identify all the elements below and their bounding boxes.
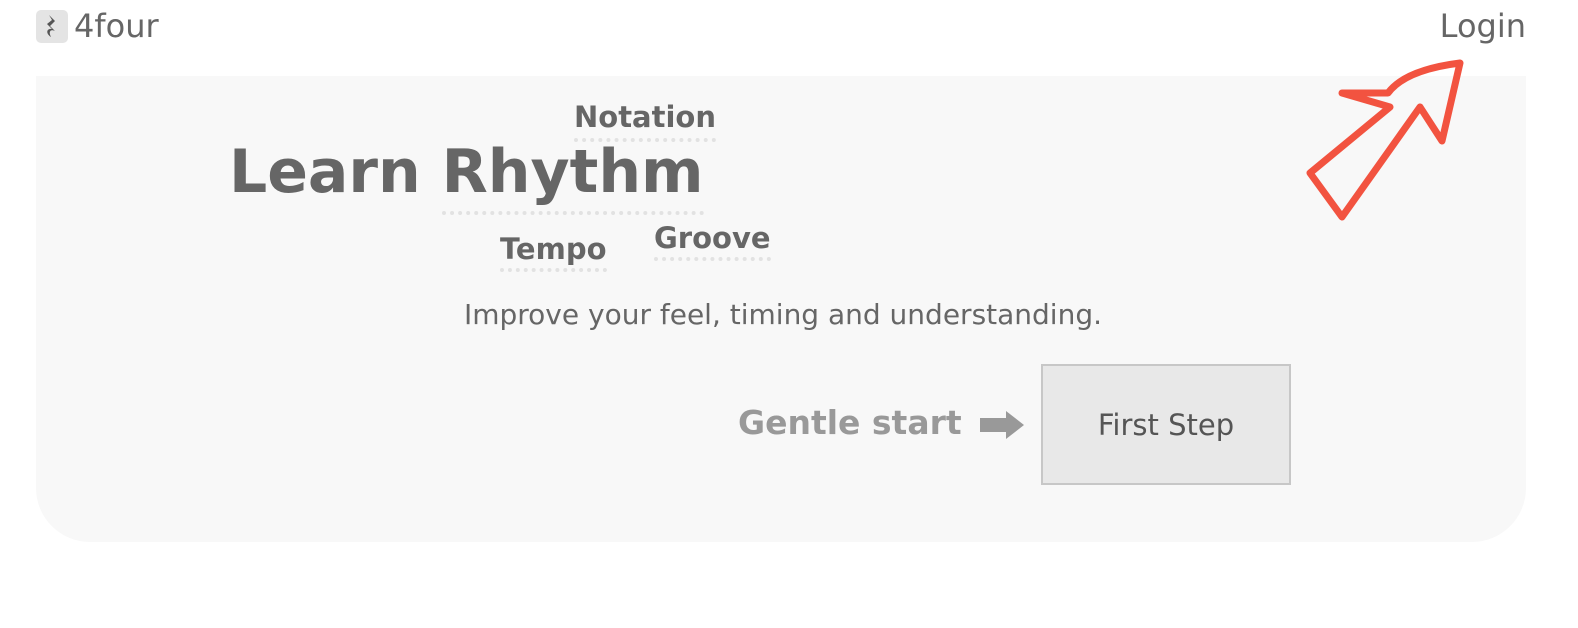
gentle-start-label: Gentle start bbox=[738, 403, 962, 442]
brand-name: 4four bbox=[74, 7, 159, 45]
word-tempo: Tempo bbox=[500, 235, 607, 272]
brand-logo-link[interactable]: 4four bbox=[36, 6, 159, 46]
word-groove: Groove bbox=[654, 224, 771, 261]
login-link[interactable]: Login bbox=[1440, 6, 1526, 46]
first-step-button[interactable]: First Step bbox=[1041, 364, 1291, 485]
title-rhythm: Rhythm bbox=[441, 137, 704, 215]
arrow-right-icon bbox=[980, 411, 1024, 439]
hand-drawn-arrow-icon bbox=[1306, 59, 1464, 221]
title-learn: Learn bbox=[229, 137, 421, 207]
page-title: Learn Rhythm bbox=[229, 137, 704, 215]
hero-subtitle: Improve your feel, timing and understand… bbox=[463, 298, 1103, 331]
quarter-rest-icon bbox=[36, 9, 68, 43]
